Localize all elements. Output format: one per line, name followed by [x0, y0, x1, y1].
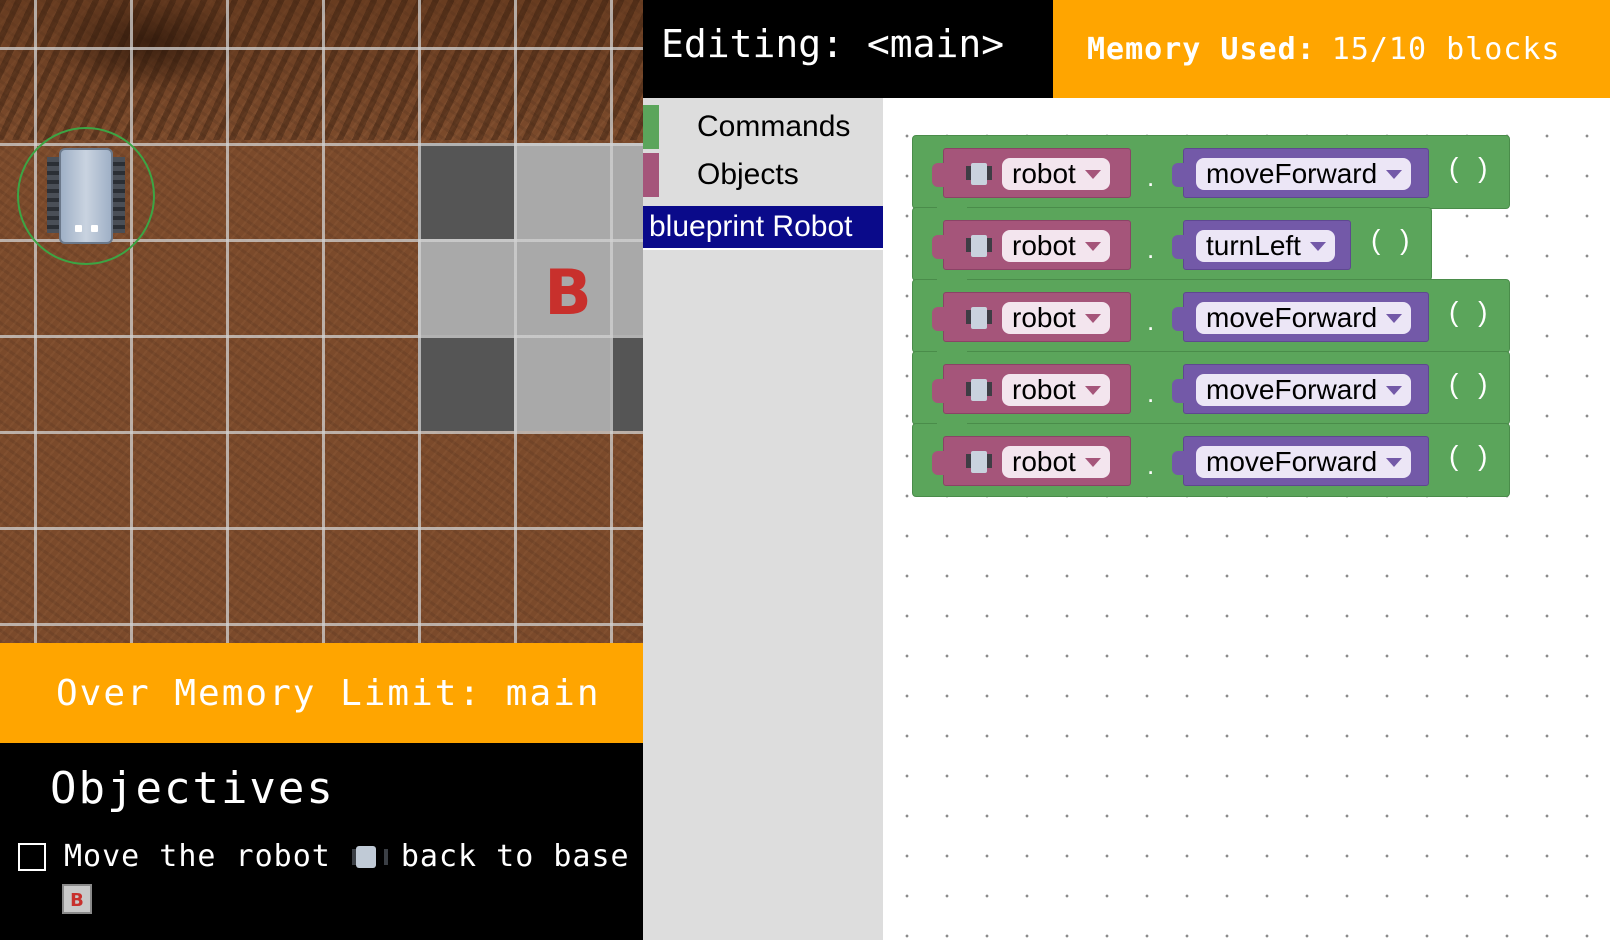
chevron-down-icon	[1084, 314, 1101, 323]
object-block[interactable]: robot	[932, 436, 1131, 486]
toolbox-item-blueprint-robot[interactable]: blueprint Robot	[643, 206, 883, 250]
toolbox-category-objects[interactable]: Objects	[643, 152, 883, 198]
method-dropdown[interactable]: moveForward	[1196, 446, 1412, 478]
dot-separator: .	[1147, 162, 1155, 192]
dot-separator: .	[1147, 378, 1155, 408]
robot-tread-right	[113, 157, 125, 233]
robot-eye	[75, 225, 82, 232]
robot-icon	[966, 163, 992, 185]
chevron-down-icon	[1386, 458, 1403, 467]
method-dropdown[interactable]: moveForward	[1196, 302, 1412, 334]
editing-title: Editing: <main>	[661, 22, 1005, 66]
dot-separator: .	[1147, 306, 1155, 336]
statement-block[interactable]: robot . moveForward ( )	[912, 351, 1510, 425]
editor-header: Editing: <main> Memory Used: 15/10 block…	[643, 0, 1610, 98]
dot-separator: .	[1147, 234, 1155, 264]
method-dropdown[interactable]: moveForward	[1196, 374, 1412, 406]
method-block[interactable]: moveForward	[1172, 436, 1429, 486]
statement-block[interactable]: robot . moveForward ( )	[912, 135, 1510, 209]
block-toolbox: Commands Objects blueprint Robot	[643, 98, 883, 940]
over-memory-banner: Over Memory Limit: main	[0, 643, 643, 743]
memory-used-value: 15/10 blocks	[1331, 31, 1561, 67]
objective-text-after: back to base	[400, 839, 630, 874]
call-parens: ( )	[1371, 224, 1416, 255]
objective-checkbox[interactable]	[18, 842, 46, 871]
memory-used-label: Memory Used:	[1087, 31, 1316, 67]
method-block[interactable]: moveForward	[1172, 148, 1429, 198]
object-dropdown[interactable]: robot	[1002, 302, 1110, 334]
object-dropdown[interactable]: robot	[1002, 158, 1110, 190]
objective-item: Move the robot back to base	[18, 839, 630, 874]
chevron-down-icon	[1386, 314, 1403, 323]
chevron-down-icon	[1386, 386, 1403, 395]
category-swatch	[643, 153, 659, 197]
statement-block[interactable]: robot . turnLeft ( )	[912, 207, 1432, 281]
map-grid	[0, 0, 643, 643]
robot-tread-left	[47, 157, 59, 233]
chevron-down-icon	[1084, 458, 1101, 467]
chevron-down-icon	[1084, 386, 1101, 395]
toolbox-category-label: Objects	[697, 158, 799, 191]
object-dropdown[interactable]: robot	[1002, 446, 1110, 478]
chevron-down-icon	[1309, 242, 1326, 251]
robot-body	[59, 148, 113, 244]
method-dropdown[interactable]: moveForward	[1196, 158, 1412, 190]
base-icon: B	[62, 884, 92, 914]
robot-icon	[966, 235, 992, 257]
game-map[interactable]: B	[0, 0, 643, 643]
robot-eye	[91, 225, 98, 232]
toolbox-category-commands[interactable]: Commands	[643, 104, 883, 150]
dot-separator: .	[1147, 450, 1155, 480]
toolbox-category-label: Commands	[697, 110, 851, 143]
category-swatch	[643, 105, 659, 149]
objective-text-before: Move the robot	[64, 839, 331, 874]
call-parens: ( )	[1449, 152, 1494, 183]
chevron-down-icon	[1084, 170, 1101, 179]
robot-icon	[966, 379, 992, 401]
method-dropdown[interactable]: turnLeft	[1196, 230, 1335, 262]
statement-block[interactable]: robot . moveForward ( )	[912, 423, 1510, 497]
method-block[interactable]: moveForward	[1172, 292, 1429, 342]
object-dropdown[interactable]: robot	[1002, 374, 1110, 406]
method-block[interactable]: moveForward	[1172, 364, 1429, 414]
method-block[interactable]: turnLeft	[1172, 220, 1351, 270]
object-block[interactable]: robot	[932, 148, 1131, 198]
statement-block[interactable]: robot . moveForward ( )	[912, 279, 1510, 353]
objectives-title: Objectives	[50, 763, 335, 814]
objectives-panel: Objectives Move the robot back to base B	[0, 743, 643, 940]
call-parens: ( )	[1449, 296, 1494, 327]
robot-icon	[351, 842, 388, 872]
call-parens: ( )	[1449, 368, 1494, 399]
call-parens: ( )	[1449, 440, 1494, 471]
chevron-down-icon	[1386, 170, 1403, 179]
object-block[interactable]: robot	[932, 292, 1131, 342]
robot-icon	[966, 307, 992, 329]
object-block[interactable]: robot	[932, 220, 1131, 270]
chevron-down-icon	[1084, 242, 1101, 251]
object-dropdown[interactable]: robot	[1002, 230, 1110, 262]
object-block[interactable]: robot	[932, 364, 1131, 414]
robot-sprite[interactable]	[17, 127, 155, 265]
robot-icon	[966, 451, 992, 473]
memory-used-badge: Memory Used: 15/10 blocks	[1053, 0, 1610, 98]
